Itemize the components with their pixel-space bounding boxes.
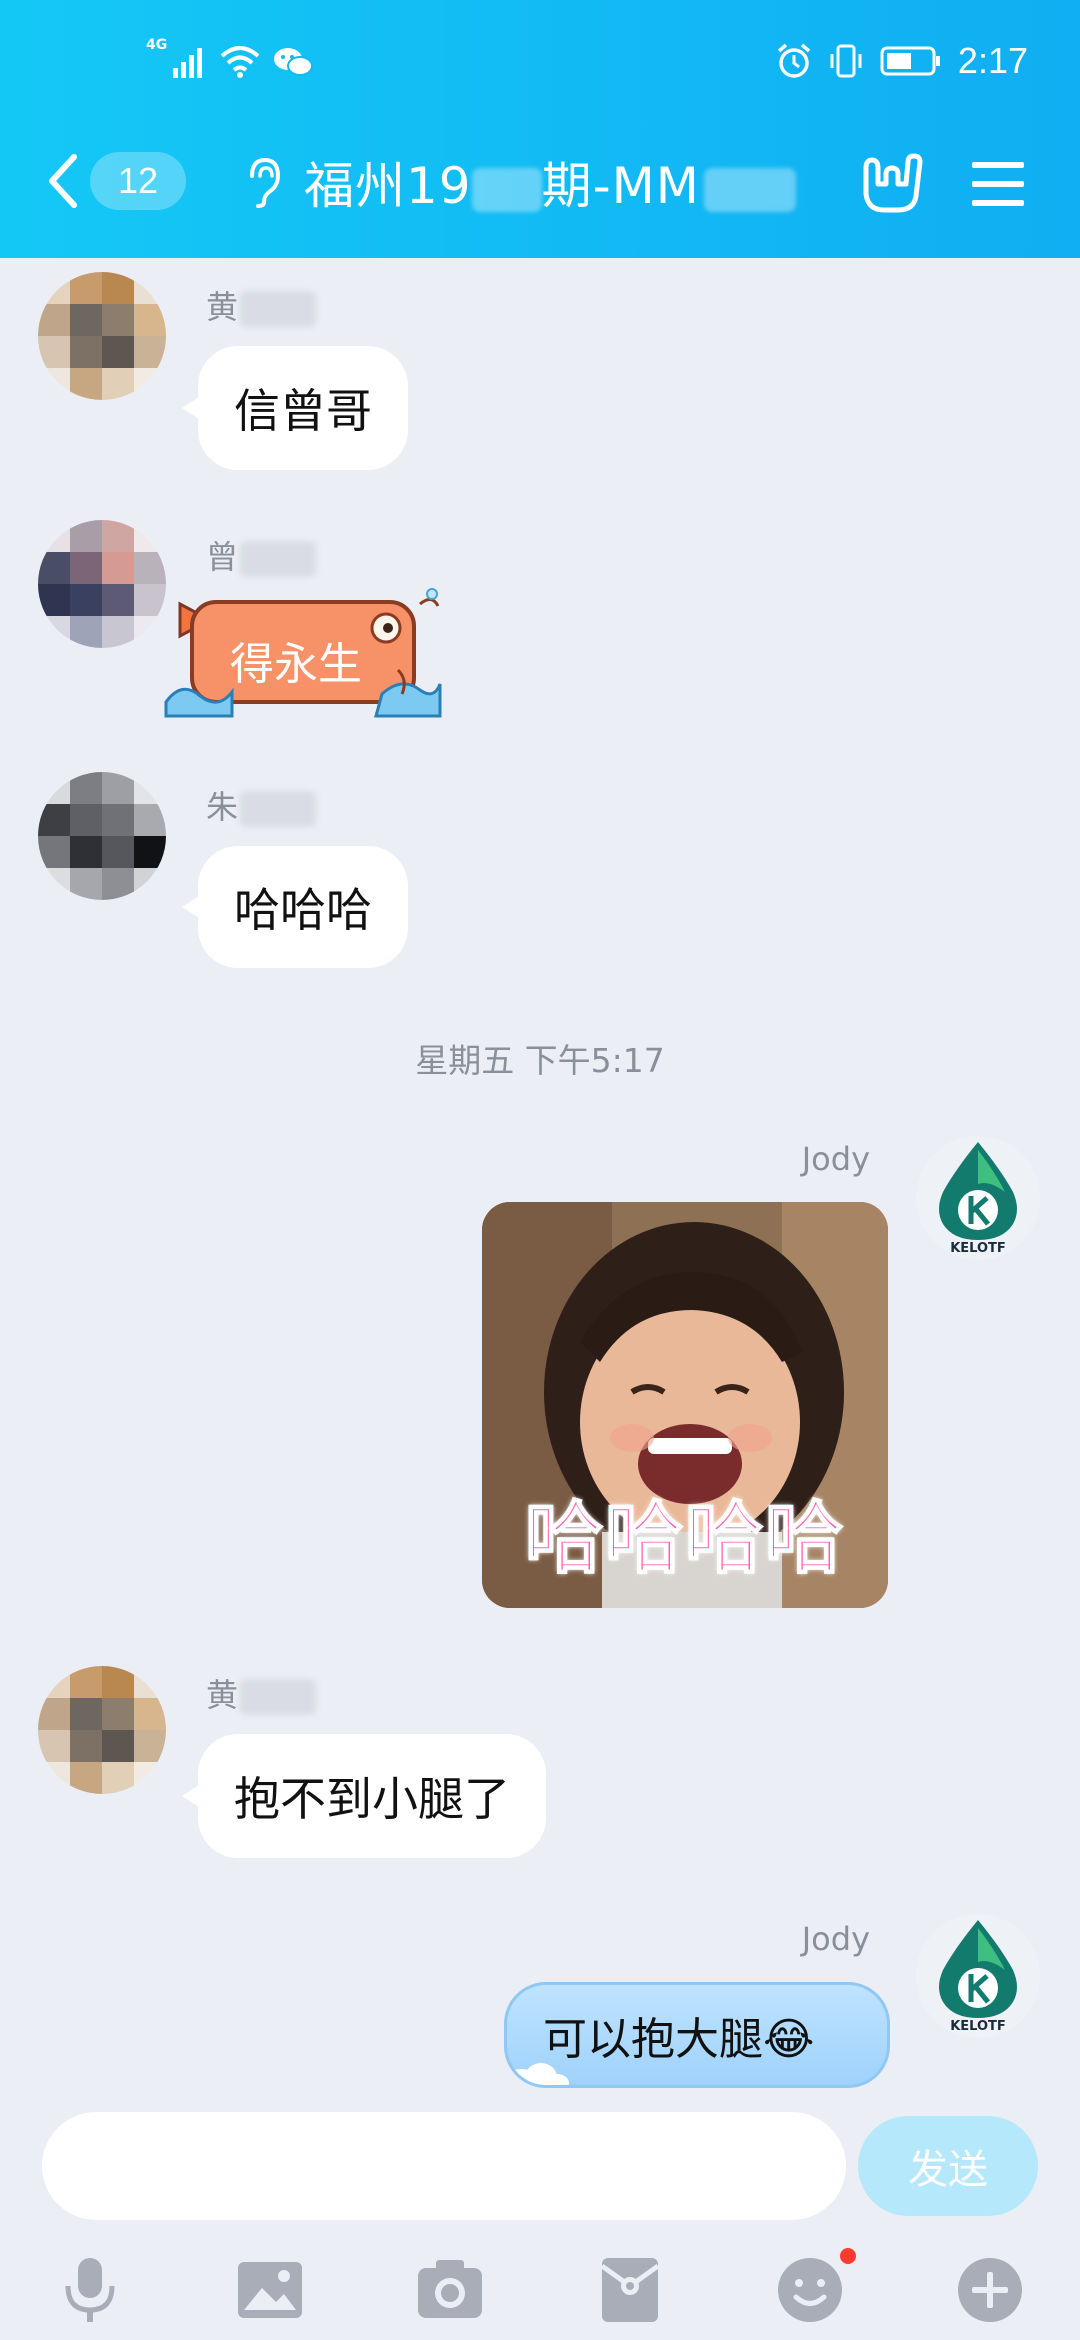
chat-title: 福州19 期-MM <box>304 146 796 218</box>
send-button[interactable]: 发送 <box>858 2116 1038 2216</box>
hamburger-menu-icon <box>972 162 1024 206</box>
sticker-text: 得永生 <box>230 639 362 690</box>
wechat-icon <box>274 48 314 76</box>
avatar[interactable] <box>38 520 166 648</box>
chevron-left-icon <box>49 154 77 208</box>
redacted-patch <box>703 167 796 212</box>
image-button[interactable] <box>232 2252 308 2328</box>
redacted-patch <box>240 541 317 577</box>
avatar[interactable] <box>38 1666 166 1794</box>
kelotf-logo-icon: KELOTF <box>939 1142 1017 1256</box>
vibrate-icon <box>830 44 862 78</box>
plus-icon <box>958 2258 1022 2322</box>
sender-name-text: 朱 <box>206 788 239 826</box>
redacted-patch <box>240 791 317 827</box>
red-packet-button[interactable] <box>592 2252 668 2328</box>
status-bar: 4G 2:17 <box>0 36 1080 96</box>
sender-name: 黄 <box>206 1670 317 1716</box>
red-packet-icon <box>600 2258 660 2322</box>
avatar[interactable]: KELOTF <box>916 1136 1040 1260</box>
avatar[interactable] <box>38 272 166 400</box>
image-icon <box>238 2262 302 2318</box>
rock-hand-icon <box>863 153 923 213</box>
svg-text:KELOTF: KELOTF <box>950 2019 1006 2034</box>
rock-hand-button[interactable] <box>856 148 928 220</box>
emoji-button[interactable] <box>772 2248 856 2328</box>
message-text: 可以抱大腿😂 <box>543 2014 815 2065</box>
signal-icon <box>173 48 203 78</box>
redacted-patch <box>471 167 542 212</box>
message-text: 抱不到小腿了 <box>234 1772 510 1826</box>
avatar[interactable] <box>38 772 166 900</box>
sender-name-text: 黄 <box>206 1676 239 1714</box>
sender-name-text: 曾 <box>206 538 239 576</box>
input-toolbar <box>0 2240 1080 2340</box>
chat-title-part1: 福州19 <box>304 157 472 215</box>
sender-name: 朱 <box>206 782 317 828</box>
menu-button[interactable] <box>962 148 1034 220</box>
message-bubble[interactable]: 信曾哥 <box>182 346 408 470</box>
emoji-icon <box>778 2258 842 2322</box>
camera-button[interactable] <box>412 2252 488 2328</box>
svg-text:KELOTF: KELOTF <box>950 1241 1006 1256</box>
message-bubble[interactable]: 哈哈哈 <box>182 846 408 968</box>
image-message[interactable]: 哈哈哈哈 <box>482 1202 888 1608</box>
sender-name-text: 黄 <box>206 288 239 326</box>
back-button[interactable]: 12 <box>44 144 194 218</box>
message-bubble[interactable]: 抱不到小腿了 <box>182 1734 546 1858</box>
battery-icon <box>880 46 940 76</box>
wifi-icon <box>220 46 260 78</box>
timestamp: 星期五 下午5:17 <box>415 1041 665 1080</box>
message-bubble-self[interactable]: 可以抱大腿😂 <box>504 1982 890 2088</box>
sender-name: 曾 <box>206 532 317 578</box>
sender-name: Jody <box>801 1920 870 1958</box>
camera-icon <box>418 2260 482 2318</box>
redacted-patch <box>240 291 317 327</box>
avatar[interactable]: KELOTF <box>916 1914 1040 2038</box>
message-input[interactable] <box>42 2112 846 2220</box>
unread-count-badge: 12 <box>90 152 186 210</box>
sticker-bubble[interactable]: 得永生 <box>162 584 444 724</box>
chat-title-group[interactable]: 福州19 期-MM <box>244 144 796 220</box>
microphone-icon <box>65 2258 115 2322</box>
more-button[interactable] <box>952 2252 1028 2328</box>
earpiece-icon <box>250 157 281 208</box>
chat-title-part2: 期-MM <box>541 157 700 215</box>
voice-button[interactable] <box>52 2252 128 2328</box>
message-text: 信曾哥 <box>234 384 372 438</box>
sender-name: 黄 <box>206 282 317 328</box>
redacted-patch <box>240 1679 317 1715</box>
clock: 2:17 <box>957 40 1028 81</box>
alarm-icon <box>777 43 811 78</box>
title-bar: 12 福州19 期-MM <box>0 138 1080 228</box>
kelotf-logo-icon: KELOTF <box>939 1920 1017 2034</box>
input-area: 发送 <box>0 2090 1080 2340</box>
notification-dot <box>840 2248 856 2264</box>
sender-name: Jody <box>801 1140 870 1178</box>
message-text: 哈哈哈 <box>234 883 372 937</box>
image-caption: 哈哈哈哈 <box>524 1493 845 1585</box>
chat-header: 4G 2:17 12 福州19 期-MM <box>0 0 1080 258</box>
network-type: 4G <box>146 37 168 53</box>
